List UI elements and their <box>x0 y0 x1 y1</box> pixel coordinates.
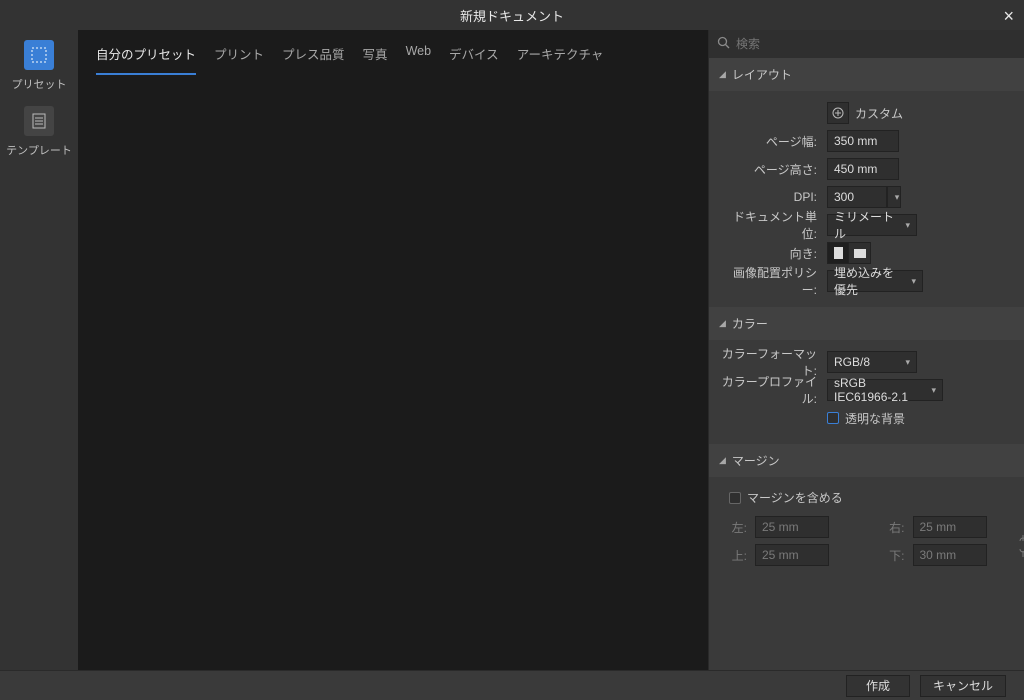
margin-bottom-input[interactable]: 30 mm <box>913 544 987 566</box>
main-area: プリセット テンプレート 自分のプリセット プリント プレス品質 写真 Web … <box>0 30 1024 670</box>
color-section: カラーフォーマット: RGB/8▾ カラープロファイル: sRGB IEC619… <box>709 340 1024 444</box>
image-policy-value: 埋め込みを優先 <box>834 264 905 298</box>
landscape-icon <box>854 249 866 258</box>
section-header-margin[interactable]: ◢ マージン <box>709 444 1024 477</box>
chevron-down-icon: ◢ <box>719 69 726 80</box>
margin-left-label: 左: <box>721 519 755 536</box>
color-profile-select[interactable]: sRGB IEC61966-2.1 ▾ <box>827 379 943 401</box>
dpi-value: 300 <box>834 190 854 204</box>
section-title: カラー <box>732 315 768 332</box>
create-button[interactable]: 作成 <box>846 675 910 697</box>
chevron-down-icon: ▾ <box>911 276 916 287</box>
tab-my-presets[interactable]: 自分のプリセット <box>96 44 196 75</box>
tab-architecture[interactable]: アーキテクチャ <box>517 44 604 75</box>
center-panel: 自分のプリセット プリント プレス品質 写真 Web デバイス アーキテクチャ <box>78 30 708 670</box>
chevron-down-icon: ▾ <box>895 192 900 203</box>
section-header-layout[interactable]: ◢ レイアウト <box>709 58 1024 91</box>
settings-panel: ◢ レイアウト カスタム ページ幅: 350 mm ページ高さ: 450 mm … <box>708 30 1024 670</box>
transparent-bg-checkbox[interactable] <box>827 412 839 424</box>
include-margin-label: マージンを含める <box>747 489 843 506</box>
tab-photo[interactable]: 写真 <box>363 44 388 75</box>
section-header-color[interactable]: ◢ カラー <box>709 307 1024 340</box>
image-policy-label: 画像配置ポリシー: <box>721 264 827 298</box>
orientation-label: 向き: <box>721 245 827 262</box>
portrait-icon <box>834 247 843 259</box>
add-preset-button[interactable] <box>827 102 849 124</box>
layout-section: カスタム ページ幅: 350 mm ページ高さ: 450 mm DPI: 300… <box>709 91 1024 307</box>
template-icon <box>24 106 54 136</box>
dpi-select[interactable]: 300 <box>827 186 887 208</box>
unit-value: ミリメートル <box>834 208 899 242</box>
chevron-down-icon: ▾ <box>905 220 910 231</box>
sidebar-item-label: プリセット <box>12 76 67 92</box>
color-format-value: RGB/8 <box>834 355 870 369</box>
margin-section: マージンを含める 左: 25 mm 右: 25 mm 上: 25 mm 下: 3… <box>709 477 1024 578</box>
left-sidebar: プリセット テンプレート <box>0 30 78 670</box>
margin-right-label: 右: <box>879 519 913 536</box>
plus-circle-icon <box>832 107 844 119</box>
dialog-footer: 作成 キャンセル <box>0 670 1024 700</box>
sidebar-item-template[interactable]: テンプレート <box>6 106 72 158</box>
chevron-down-icon: ▾ <box>905 357 910 368</box>
color-profile-value: sRGB IEC61966-2.1 <box>834 376 925 404</box>
color-format-select[interactable]: RGB/8 ▾ <box>827 351 917 373</box>
sidebar-item-label: テンプレート <box>6 142 72 158</box>
page-height-input[interactable]: 450 mm <box>827 158 899 180</box>
tab-web[interactable]: Web <box>406 44 431 75</box>
orientation-landscape-button[interactable] <box>849 242 871 264</box>
chevron-down-icon: ▾ <box>931 385 936 396</box>
chevron-down-icon: ◢ <box>719 318 726 329</box>
titlebar: 新規ドキュメント × <box>0 0 1024 30</box>
search-input[interactable] <box>736 37 1016 51</box>
page-width-input[interactable]: 350 mm <box>827 130 899 152</box>
margin-left-input[interactable]: 25 mm <box>755 516 829 538</box>
page-height-label: ページ高さ: <box>721 161 827 178</box>
custom-label: カスタム <box>855 105 903 122</box>
preset-icon <box>24 40 54 70</box>
tab-print[interactable]: プリント <box>214 44 264 75</box>
cancel-button[interactable]: キャンセル <box>920 675 1006 697</box>
orientation-toggle <box>827 242 871 264</box>
search-icon <box>717 36 730 52</box>
tab-device[interactable]: デバイス <box>449 44 499 75</box>
tab-press[interactable]: プレス品質 <box>282 44 345 75</box>
margin-right-input[interactable]: 25 mm <box>913 516 987 538</box>
margin-top-input[interactable]: 25 mm <box>755 544 829 566</box>
color-profile-label: カラープロファイル: <box>721 373 827 407</box>
dpi-label: DPI: <box>721 190 827 204</box>
section-title: レイアウト <box>732 66 792 83</box>
orientation-portrait-button[interactable] <box>827 242 849 264</box>
category-tabs: 自分のプリセット プリント プレス品質 写真 Web デバイス アーキテクチャ <box>78 30 708 76</box>
margin-bottom-label: 下: <box>879 547 913 564</box>
unit-label: ドキュメント単位: <box>721 208 827 242</box>
transparent-bg-label: 透明な背景 <box>845 410 905 427</box>
margin-top-label: 上: <box>721 547 755 564</box>
include-margin-checkbox[interactable] <box>729 492 741 504</box>
link-margins-icon[interactable] <box>1018 533 1024 562</box>
dialog-title: 新規ドキュメント <box>460 6 564 25</box>
search-bar[interactable] <box>709 30 1024 58</box>
chevron-down-icon: ◢ <box>719 455 726 466</box>
section-title: マージン <box>732 452 780 469</box>
page-width-label: ページ幅: <box>721 133 827 150</box>
sidebar-item-preset[interactable]: プリセット <box>12 40 67 92</box>
close-icon[interactable]: × <box>1003 6 1014 27</box>
dpi-dropdown-button[interactable]: ▾ <box>887 186 901 208</box>
unit-select[interactable]: ミリメートル▾ <box>827 214 917 236</box>
image-policy-select[interactable]: 埋め込みを優先▾ <box>827 270 923 292</box>
